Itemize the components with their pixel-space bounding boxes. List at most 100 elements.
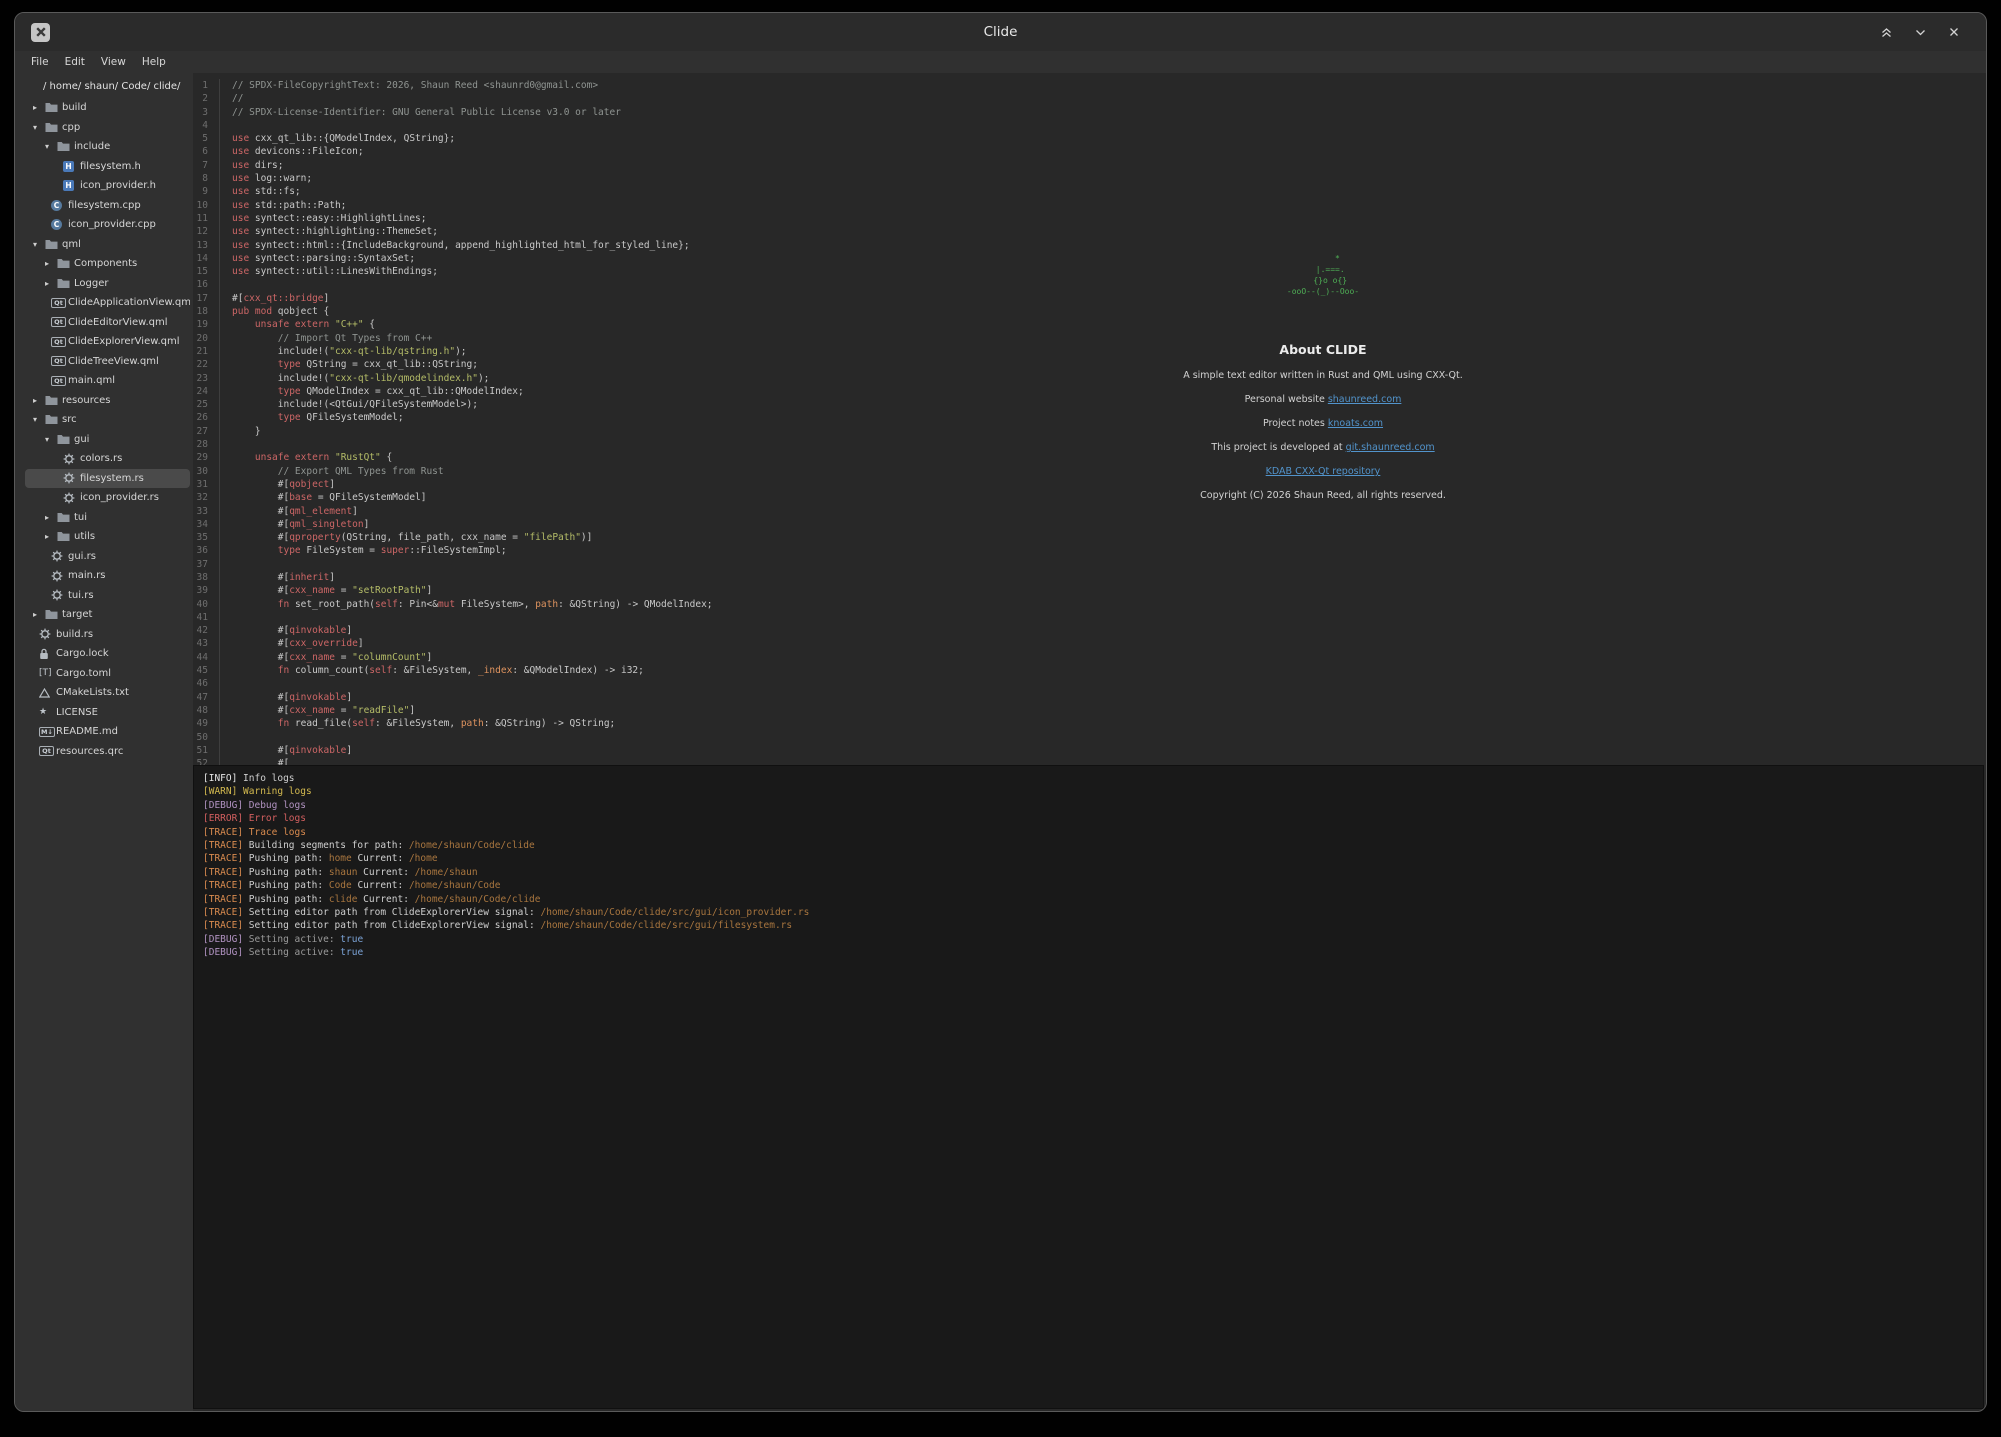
menu-help[interactable]: Help <box>134 56 174 68</box>
double-chevron-up-icon[interactable] <box>1878 24 1895 41</box>
tree-item[interactable]: ▸tui <box>25 508 190 528</box>
about-link[interactable]: git.shaunreed.com <box>1346 442 1435 453</box>
tree-item[interactable]: Cargo.lock <box>25 644 190 664</box>
tree-item[interactable]: QtClideExplorerView.qml <box>25 332 190 352</box>
log-line: [TRACE] Pushing path: home Current: /hom… <box>203 852 1974 865</box>
line-number: 27 <box>193 425 208 438</box>
tree-item[interactable]: QtClideTreeView.qml <box>25 352 190 372</box>
about-text: This project is developed at <box>1211 442 1345 453</box>
tree-item[interactable]: QtClideApplicationView.qml <box>25 293 190 313</box>
chevron-down-icon[interactable]: ▾ <box>33 123 45 132</box>
log-panel[interactable]: [INFO] Info logs[WARN] Warning logs[DEBU… <box>193 765 1984 1409</box>
chevron-right-icon[interactable]: ▸ <box>45 259 57 268</box>
about-text: Personal website <box>1245 394 1328 405</box>
close-icon[interactable] <box>1946 24 1962 41</box>
code-line: 41 <box>193 611 1986 624</box>
tree-item-label: CMakeLists.txt <box>56 687 129 698</box>
tree-item[interactable]: M↓README.md <box>25 722 190 742</box>
line-number: 6 <box>193 145 208 158</box>
tree-item[interactable]: gui.rs <box>25 547 190 567</box>
tree-item[interactable]: Cicon_provider.cpp <box>25 215 190 235</box>
chevron-right-icon[interactable]: ▸ <box>45 279 57 288</box>
code-line: 49 fn read_file(self: &FileSystem, path:… <box>193 717 1986 730</box>
tree-item[interactable]: ▾ gui <box>25 430 190 450</box>
tree-item[interactable]: Cfilesystem.cpp <box>25 196 190 216</box>
chevron-right-icon[interactable]: ▸ <box>33 396 45 405</box>
chevron-down-icon[interactable] <box>1912 24 1929 41</box>
tree-item[interactable]: Hfilesystem.h <box>25 157 190 177</box>
menu-view[interactable]: View <box>93 56 134 68</box>
code-line: 50 <box>193 731 1986 744</box>
menu-file[interactable]: File <box>23 56 57 68</box>
about-link[interactable]: knoats.com <box>1328 418 1383 429</box>
chevron-down-icon[interactable]: ▾ <box>45 142 57 151</box>
chevron-down-icon[interactable]: ▾ <box>33 240 45 249</box>
lock-icon <box>39 648 56 660</box>
tree-item[interactable]: build.rs <box>25 625 190 645</box>
tree-item-label: ClideTreeView.qml <box>68 356 159 367</box>
editor[interactable]: 1// SPDX-FileCopyrightText: 2026, Shaun … <box>193 73 1986 765</box>
about-title: About CLIDE <box>993 342 1653 357</box>
line-number: 14 <box>193 252 208 265</box>
tree-item[interactable]: ▾src <box>25 410 190 430</box>
sidebar: / home/ shaun/ Code/ clide/ ▸build▾cpp▾i… <box>15 73 193 1411</box>
code-line: 7use dirs; <box>193 159 1986 172</box>
about-link[interactable]: KDAB CXX-Qt repository <box>1266 466 1381 477</box>
tree-item[interactable]: Hicon_provider.h <box>25 176 190 196</box>
tree-item[interactable]: tui.rs <box>25 586 190 606</box>
tree-item[interactable]: CMakeLists.txt <box>25 683 190 703</box>
about-text-line: This project is developed at git.shaunre… <box>993 442 1653 453</box>
about-link[interactable]: shaunreed.com <box>1328 394 1402 405</box>
ascii-art-logo: * |.===. {}o o{} -ooO--(_)--Ooo- <box>993 253 1653 297</box>
tree-item[interactable]: ▾cpp <box>25 118 190 138</box>
root-path-label: / home/ shaun/ Code/ clide/ <box>25 81 190 98</box>
tree-item[interactable]: ▸target <box>25 605 190 625</box>
tree-item[interactable]: [T]Cargo.toml <box>25 664 190 684</box>
line-number: 33 <box>193 505 208 518</box>
rust-icon <box>39 628 56 640</box>
tree-item[interactable]: ▸Logger <box>25 274 190 294</box>
tree-item[interactable]: ▸utils <box>25 527 190 547</box>
tree-item[interactable]: ▸resources <box>25 391 190 411</box>
chevron-right-icon[interactable]: ▸ <box>45 513 57 522</box>
md-icon: M↓ <box>39 727 56 737</box>
chevron-right-icon[interactable]: ▸ <box>33 103 45 112</box>
tree-item[interactable]: main.rs <box>25 566 190 586</box>
log-line: [INFO] Info logs <box>203 772 1974 785</box>
title-bar: Clide <box>15 13 1986 51</box>
tree-item[interactable]: ▸build <box>25 98 190 118</box>
h-icon: H <box>63 161 80 172</box>
tree-item[interactable]: Qtmain.qml <box>25 371 190 391</box>
tree-item[interactable]: ▾ qml <box>25 235 190 255</box>
code-line: 12use syntect::highlighting::ThemeSet; <box>193 225 1986 238</box>
about-text-line: A simple text editor written in Rust and… <box>993 370 1653 381</box>
tree-item[interactable]: ▾ include <box>25 137 190 157</box>
window-title: Clide <box>15 24 1986 40</box>
tree-item-label: icon_provider.rs <box>80 492 159 503</box>
tree-item[interactable]: ★LICENSE <box>25 703 190 723</box>
chevron-down-icon[interactable]: ▾ <box>33 415 45 424</box>
tree-item-label: colors.rs <box>80 453 122 464</box>
code-line: 40 fn set_root_path(self: Pin<&mut FileS… <box>193 598 1986 611</box>
tree-item-label: include <box>74 141 110 152</box>
line-number: 30 <box>193 465 208 478</box>
tree-item[interactable]: filesystem.rs <box>25 469 190 489</box>
tree-item-label: ClideApplicationView.qml <box>68 297 190 308</box>
tree-item-label: qml <box>62 239 81 250</box>
tree-item[interactable]: QtClideEditorView.qml <box>25 313 190 333</box>
tree-item[interactable]: colors.rs <box>25 449 190 469</box>
line-number: 43 <box>193 637 208 650</box>
line-number: 51 <box>193 744 208 757</box>
folder-icon <box>45 122 62 133</box>
chevron-right-icon[interactable]: ▸ <box>33 610 45 619</box>
chevron-down-icon[interactable]: ▾ <box>45 435 57 444</box>
chevron-right-icon[interactable]: ▸ <box>45 532 57 541</box>
tree-item[interactable]: icon_provider.rs <box>25 488 190 508</box>
tree-item[interactable]: Qtresources.qrc <box>25 742 190 762</box>
tree-item-label: gui <box>74 434 89 445</box>
tree-item[interactable]: ▸Components <box>25 254 190 274</box>
menu-edit[interactable]: Edit <box>57 56 93 68</box>
tree-item-label: icon_provider.h <box>80 180 156 191</box>
code-line: 44 #[cxx_name = "columnCount"] <box>193 651 1986 664</box>
code-line: 3// SPDX-License-Identifier: GNU General… <box>193 106 1986 119</box>
